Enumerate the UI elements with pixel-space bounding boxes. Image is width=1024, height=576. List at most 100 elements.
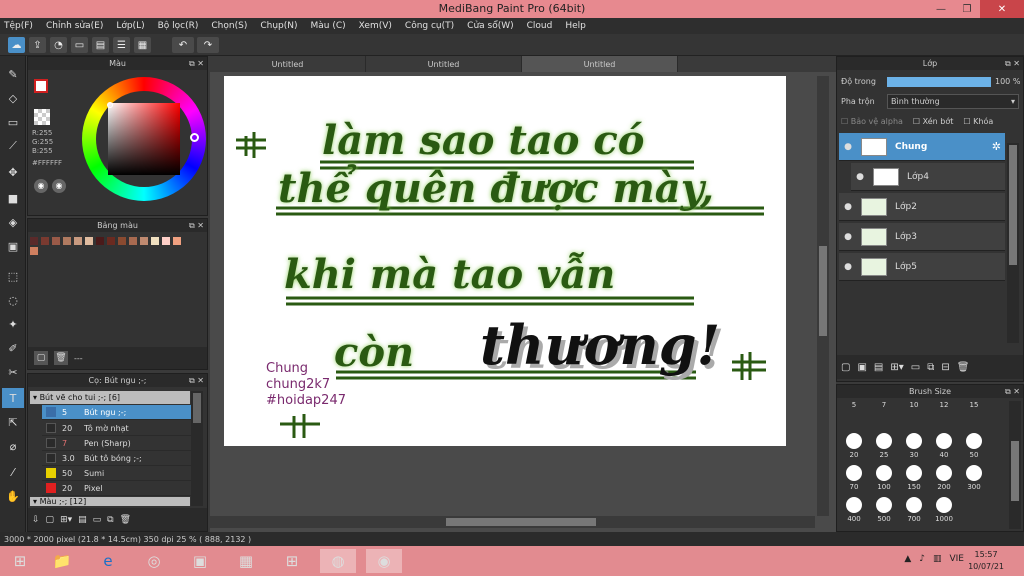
powerpoint-icon[interactable]: ▣ — [182, 549, 218, 573]
palette-swatch[interactable] — [63, 237, 71, 245]
brush-size-option[interactable]: 1000 — [931, 497, 957, 523]
layer-settings-icon[interactable]: ✲ — [992, 140, 1001, 153]
brush-size-option[interactable]: 40 — [931, 433, 957, 459]
brush-size-scrollbar[interactable] — [1009, 401, 1021, 529]
delete-brush-icon[interactable]: 🗑 — [120, 515, 131, 525]
palette-swatch[interactable] — [74, 237, 82, 245]
ie-icon[interactable]: e — [90, 549, 126, 573]
merge-layer-icon[interactable]: ⊟ — [941, 362, 949, 373]
palette-swatch[interactable] — [85, 237, 93, 245]
menu-filter[interactable]: Bộ lọc(R) — [158, 21, 199, 31]
saturation-value-square[interactable] — [108, 103, 180, 175]
visibility-icon[interactable]: ● — [842, 142, 854, 152]
new-brush-icon[interactable]: ▢ — [46, 515, 55, 525]
palette-alt-icon[interactable]: ◉ — [52, 179, 66, 193]
duplicate-brush-icon[interactable]: ⧉ — [107, 515, 113, 525]
brush-size-option[interactable]: 100 — [871, 465, 897, 491]
panel-close-icon[interactable]: ⧉ ✕ — [189, 219, 204, 232]
brush-size-option[interactable]: 5 — [841, 401, 867, 409]
eyedropper-icon[interactable]: ⁄ — [2, 462, 24, 482]
start-button-icon[interactable]: ⊞ — [2, 549, 38, 573]
eraser-tool-icon[interactable]: ◇ — [2, 88, 24, 108]
network-app-icon[interactable]: ⊞ — [274, 549, 310, 573]
tab-untitled-2[interactable]: Untitled — [366, 56, 522, 72]
drawing-canvas[interactable]: làm sao tao có làm sao tao có thể quên đ… — [224, 76, 786, 446]
visibility-icon[interactable]: ● — [842, 262, 854, 272]
chat-icon[interactable]: ◔ — [50, 37, 67, 53]
marquee-tool-icon[interactable]: ⬚ — [2, 266, 24, 286]
panel-close-icon[interactable]: ⧉ ✕ — [1005, 57, 1020, 70]
restore-button[interactable]: ❐ — [954, 0, 980, 18]
medibang-icon[interactable]: ◉ — [366, 549, 402, 573]
transparent-swatch[interactable] — [34, 109, 50, 125]
brush-size-option[interactable]: 30 — [901, 433, 927, 459]
menu-cloud[interactable]: Cloud — [527, 21, 553, 31]
brush-item[interactable]: 50 Sumi — [42, 466, 202, 481]
redo-icon[interactable]: ↷ — [197, 37, 219, 53]
layers-scrollbar[interactable] — [1007, 143, 1019, 343]
horizontal-scrollbar[interactable] — [210, 516, 815, 528]
brush-folder-icon[interactable]: ▭ — [93, 515, 102, 525]
document-icon[interactable]: ▤ — [92, 37, 109, 53]
palette-swatch[interactable] — [151, 237, 159, 245]
palette-swatch[interactable] — [41, 237, 49, 245]
brush-item[interactable]: 3.0 Bút tô bóng ;-; — [42, 451, 202, 466]
gradient-tool-icon[interactable]: ▣ — [2, 236, 24, 256]
language-indicator[interactable]: VIE — [950, 554, 965, 564]
palette-swatch[interactable] — [30, 237, 38, 245]
text-tool-icon[interactable]: T — [2, 388, 24, 408]
palette-swatch[interactable] — [96, 237, 104, 245]
delete-layer-icon[interactable]: 🗑 — [957, 362, 970, 373]
palette-swatch[interactable] — [140, 237, 148, 245]
palette-swatch[interactable] — [162, 237, 170, 245]
move-tool-icon[interactable]: ✥ — [2, 162, 24, 182]
lasso-tool-icon[interactable]: ◌ — [2, 290, 24, 310]
bucket-tool-icon[interactable]: ◈ — [2, 212, 24, 232]
palette-swatch[interactable] — [107, 237, 115, 245]
opacity-slider[interactable] — [887, 77, 991, 87]
menu-help[interactable]: Help — [565, 21, 586, 31]
menu-select[interactable]: Chọn(S) — [211, 21, 247, 31]
brush-size-option[interactable]: 150 — [901, 465, 927, 491]
select-pen-icon[interactable]: ✐ — [2, 338, 24, 358]
menu-edit[interactable]: Chỉnh sửa(E) — [46, 21, 103, 31]
duplicate-layer-icon[interactable]: ⧉ — [927, 362, 934, 373]
blend-mode-select[interactable]: Bình thường ▾ — [887, 94, 1019, 109]
paint-icon[interactable]: ◍ — [320, 549, 356, 573]
list-icon[interactable]: ☰ — [113, 37, 130, 53]
brush-info-icon[interactable]: ▤ — [78, 515, 87, 525]
palette-swatch[interactable] — [129, 237, 137, 245]
select-rect-icon[interactable]: ▭ — [2, 112, 24, 132]
fill-rect-icon[interactable]: ■ — [2, 188, 24, 208]
delete-swatch-icon[interactable]: 🗑 — [54, 351, 68, 365]
menu-snap[interactable]: Chụp(N) — [260, 21, 297, 31]
dropper-tool-icon[interactable]: ⌀ — [2, 436, 24, 456]
comment-icon[interactable]: ▭ — [71, 37, 88, 53]
new-1bit-layer-icon[interactable]: ▤ — [874, 362, 883, 373]
line-tool-icon[interactable]: ⟋ — [2, 136, 24, 156]
menu-tools[interactable]: Công cụ(T) — [405, 21, 454, 31]
layer-row-chung[interactable]: ● Chung ✲ — [839, 133, 1005, 161]
new-layer-icon[interactable]: ▢ — [841, 362, 850, 373]
palette-swatch[interactable] — [118, 237, 126, 245]
network-icon[interactable]: ▥ — [933, 554, 942, 564]
hand-tool-icon[interactable]: ✋ — [2, 486, 24, 506]
menu-file[interactable]: Tệp(F) — [4, 21, 33, 31]
brush-size-option[interactable]: 300 — [961, 465, 987, 491]
brush-size-option[interactable]: 50 — [961, 433, 987, 459]
palette-swatch[interactable] — [30, 247, 38, 255]
cloud-download-icon[interactable]: ⇩ — [32, 515, 40, 525]
layer-row-lop3[interactable]: ● Lớp3 — [839, 223, 1005, 251]
brush-size-option[interactable]: 500 — [871, 497, 897, 523]
panel-close-icon[interactable]: ⧉ ✕ — [189, 57, 204, 70]
chrome-icon[interactable]: ◎ — [136, 549, 172, 573]
new-halftone-layer-icon[interactable]: ▣ — [857, 362, 866, 373]
brush-group-header[interactable]: ▾ Màu ;-; [12] — [30, 497, 190, 506]
sv-marker[interactable] — [107, 102, 113, 108]
layer-row-lop4[interactable]: ● Lớp4 — [851, 163, 1005, 191]
panel-close-icon[interactable]: ⧉ ✕ — [189, 374, 204, 387]
brush-item[interactable]: 20 Pixel — [42, 481, 202, 496]
folder-icon[interactable]: 📁 — [44, 549, 80, 573]
panel-close-icon[interactable]: ⧉ ✕ — [1005, 385, 1020, 398]
brush-size-option[interactable]: 700 — [901, 497, 927, 523]
